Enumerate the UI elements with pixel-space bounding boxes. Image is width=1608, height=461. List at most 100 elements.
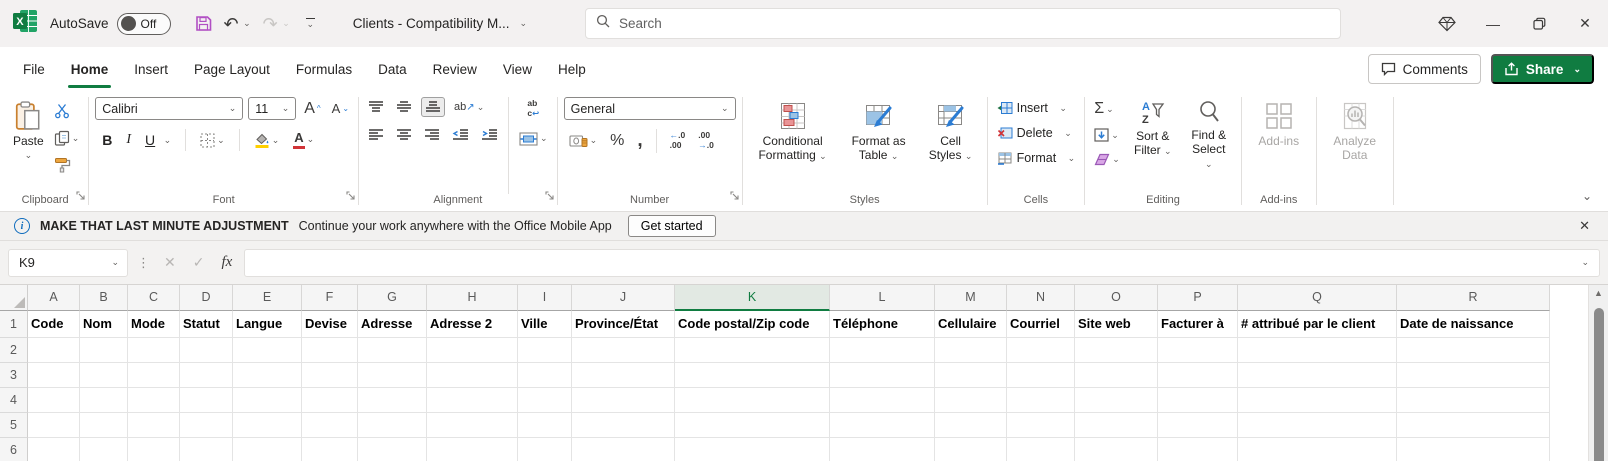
cell-D1[interactable]: Statut: [180, 311, 233, 338]
conditional-formatting-button[interactable]: Conditional Formatting ⌄: [749, 97, 837, 166]
underline-button[interactable]: U ⌄: [142, 129, 174, 151]
cell-P3[interactable]: [1158, 363, 1238, 388]
cell-J4[interactable]: [572, 388, 675, 413]
orientation-dropdown-icon[interactable]: ⌄: [477, 103, 485, 112]
cell-O4[interactable]: [1075, 388, 1158, 413]
decrease-decimal-button[interactable]: .00→.0: [695, 129, 717, 153]
insert-cells-button[interactable]: Insert ⌄: [994, 99, 1079, 117]
cell-Q5[interactable]: [1238, 413, 1397, 438]
scrollbar-thumb[interactable]: [1594, 308, 1604, 461]
column-header-L[interactable]: L: [830, 285, 935, 311]
cell-G1[interactable]: Adresse: [358, 311, 427, 338]
column-header-I[interactable]: I: [518, 285, 572, 311]
cell-N5[interactable]: [1007, 413, 1075, 438]
cell-B1[interactable]: Nom: [80, 311, 128, 338]
cell-C2[interactable]: [128, 338, 180, 363]
cell-D3[interactable]: [180, 363, 233, 388]
conditional-formatting-dropdown-icon[interactable]: ⌄: [819, 151, 827, 161]
percent-style-button[interactable]: %: [607, 130, 627, 152]
paste-button[interactable]: Paste ⌄: [8, 97, 49, 164]
cell-A5[interactable]: [28, 413, 80, 438]
cut-button[interactable]: [51, 101, 83, 121]
cell-Q2[interactable]: [1238, 338, 1397, 363]
cell-N4[interactable]: [1007, 388, 1075, 413]
undo-button[interactable]: ↶ ⌄: [220, 12, 255, 36]
cell-I3[interactable]: [518, 363, 572, 388]
tab-home[interactable]: Home: [58, 47, 122, 91]
wrap-text-button[interactable]: abc↩: [524, 97, 542, 121]
collapse-ribbon-icon[interactable]: ⌄: [1582, 189, 1592, 203]
cell-C1[interactable]: Mode: [128, 311, 180, 338]
tab-page-layout[interactable]: Page Layout: [181, 47, 283, 91]
cell-B5[interactable]: [80, 413, 128, 438]
cell-G6[interactable]: [358, 438, 427, 461]
cell-styles-button[interactable]: Cell Styles ⌄: [921, 97, 981, 166]
column-header-J[interactable]: J: [572, 285, 675, 311]
save-button[interactable]: [191, 12, 216, 35]
cell-R1[interactable]: Date de naissance: [1397, 311, 1550, 338]
number-format-select[interactable]: General⌄: [564, 97, 736, 120]
cell-E3[interactable]: [233, 363, 302, 388]
borders-dropdown-icon[interactable]: ⌄: [217, 136, 225, 145]
cell-M5[interactable]: [935, 413, 1007, 438]
cell-I2[interactable]: [518, 338, 572, 363]
cell-B2[interactable]: [80, 338, 128, 363]
find-select-dropdown-icon[interactable]: ⌄: [1205, 159, 1213, 169]
tab-review[interactable]: Review: [420, 47, 490, 91]
cell-Q1[interactable]: # attribué par le client: [1238, 311, 1397, 338]
find-select-button[interactable]: Find & Select ⌄: [1183, 97, 1235, 174]
cell-C3[interactable]: [128, 363, 180, 388]
minimize-button[interactable]: —: [1470, 0, 1516, 47]
cell-K5[interactable]: [675, 413, 830, 438]
tab-formulas[interactable]: Formulas: [283, 47, 365, 91]
tab-file[interactable]: File: [10, 47, 58, 91]
cell-D6[interactable]: [180, 438, 233, 461]
cell-D2[interactable]: [180, 338, 233, 363]
cell-M6[interactable]: [935, 438, 1007, 461]
cell-A6[interactable]: [28, 438, 80, 461]
premium-diamond-icon[interactable]: [1424, 0, 1470, 47]
cell-M2[interactable]: [935, 338, 1007, 363]
delete-dropdown-icon[interactable]: ⌄: [1064, 129, 1072, 138]
fill-color-button[interactable]: ⌄: [251, 130, 283, 150]
cell-N3[interactable]: [1007, 363, 1075, 388]
cell-K4[interactable]: [675, 388, 830, 413]
column-header-R[interactable]: R: [1397, 285, 1550, 311]
cell-H2[interactable]: [427, 338, 518, 363]
cell-O6[interactable]: [1075, 438, 1158, 461]
cell-C4[interactable]: [128, 388, 180, 413]
share-button[interactable]: Share ⌄: [1491, 54, 1594, 84]
name-box[interactable]: K9 ⌄: [8, 249, 128, 277]
cell-R6[interactable]: [1397, 438, 1550, 461]
decrease-indent-button[interactable]: [449, 126, 472, 144]
align-left-button[interactable]: [365, 126, 387, 144]
column-header-P[interactable]: P: [1158, 285, 1238, 311]
cell-M3[interactable]: [935, 363, 1007, 388]
undo-dropdown-icon[interactable]: ⌄: [243, 19, 251, 28]
cell-E6[interactable]: [233, 438, 302, 461]
cell-E2[interactable]: [233, 338, 302, 363]
cell-P4[interactable]: [1158, 388, 1238, 413]
cell-P5[interactable]: [1158, 413, 1238, 438]
cell-L3[interactable]: [830, 363, 935, 388]
decrease-font-size-button[interactable]: A⌄: [329, 100, 352, 117]
cell-L6[interactable]: [830, 438, 935, 461]
delete-cells-button[interactable]: Delete ⌄: [994, 124, 1079, 142]
clear-dropdown-icon[interactable]: ⌄: [1112, 155, 1120, 164]
title-dropdown-icon[interactable]: ⌄: [520, 19, 528, 28]
increase-indent-button[interactable]: [478, 126, 501, 144]
font-color-dropdown-icon[interactable]: ⌄: [307, 135, 315, 144]
search-box[interactable]: [585, 8, 1341, 39]
copy-button[interactable]: ⌄: [51, 128, 83, 148]
underline-dropdown-icon[interactable]: ⌄: [164, 136, 172, 145]
tab-insert[interactable]: Insert: [121, 47, 181, 91]
format-as-table-dropdown-icon[interactable]: ⌄: [891, 151, 899, 161]
merge-dropdown-icon[interactable]: ⌄: [540, 134, 548, 143]
cell-M1[interactable]: Cellulaire: [935, 311, 1007, 338]
sort-filter-dropdown-icon[interactable]: ⌄: [1164, 146, 1172, 156]
cell-I6[interactable]: [518, 438, 572, 461]
cell-K1[interactable]: Code postal/Zip code: [675, 311, 830, 338]
cell-G3[interactable]: [358, 363, 427, 388]
column-header-C[interactable]: C: [128, 285, 180, 311]
cell-D5[interactable]: [180, 413, 233, 438]
